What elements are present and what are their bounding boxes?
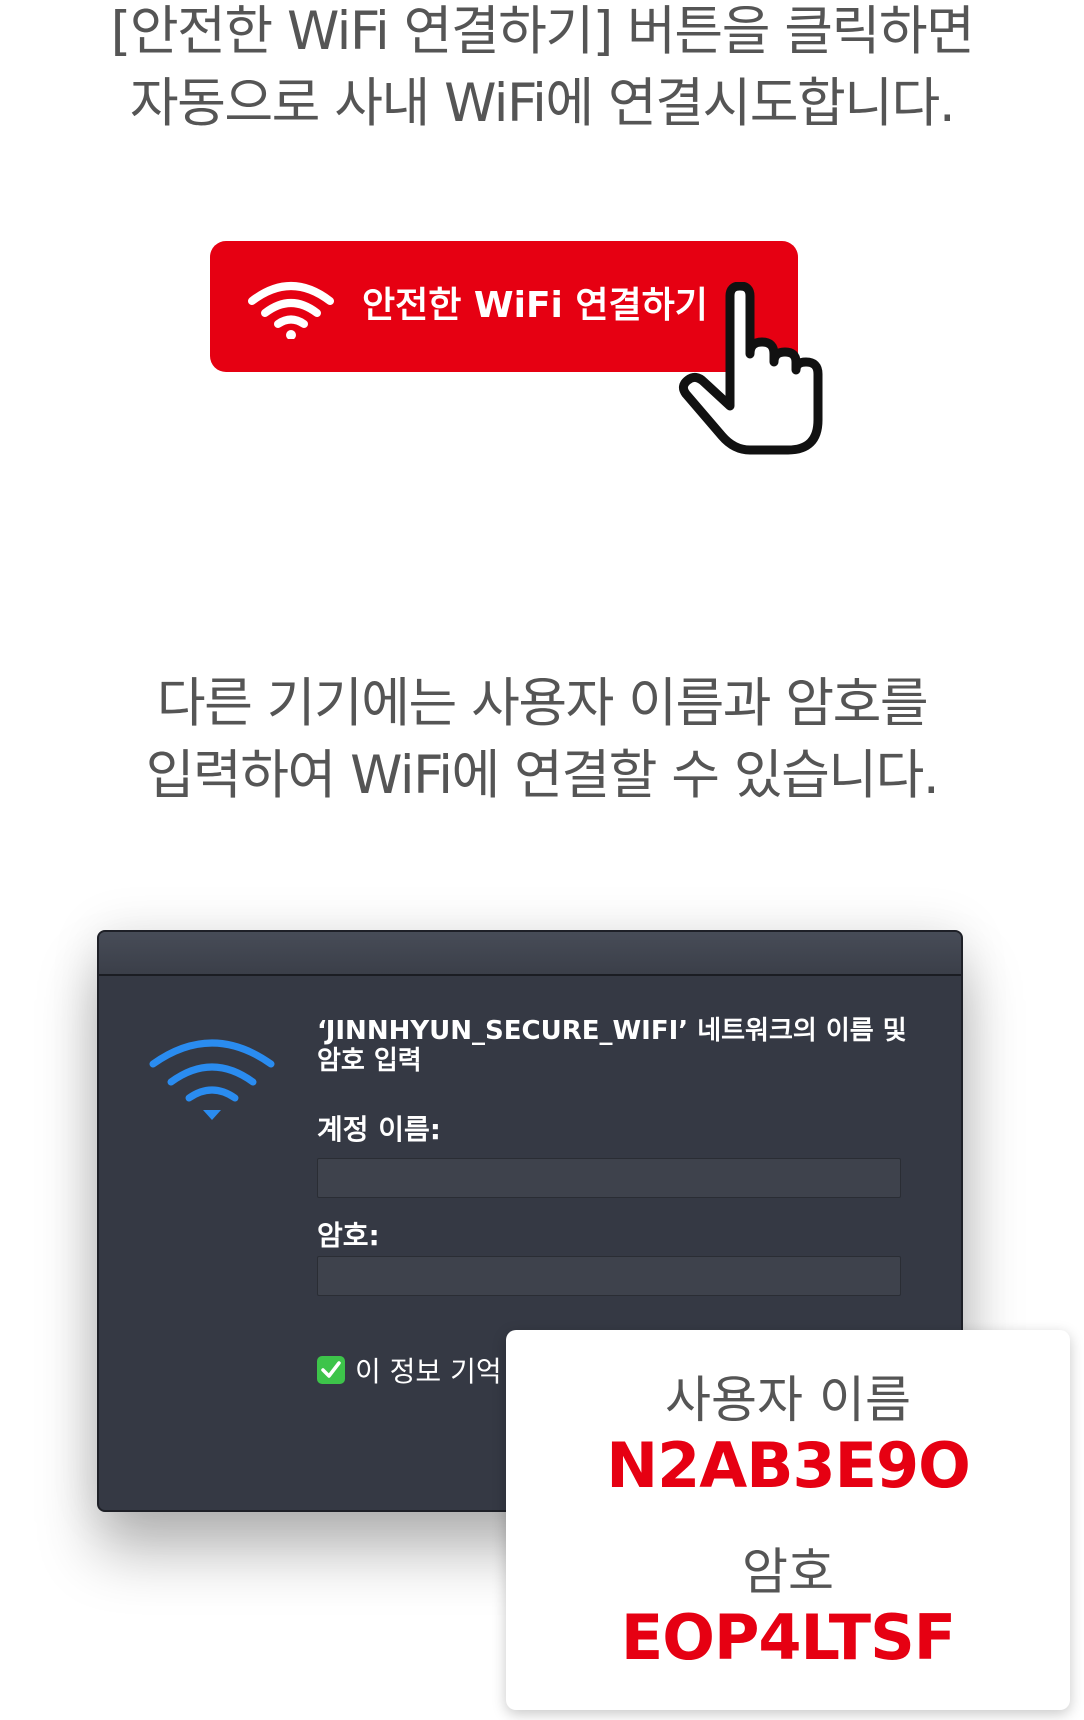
device-line-1: 다른 기기에는 사용자 이름과 암호를: [156, 673, 929, 734]
username-label: 사용자 이름: [665, 1371, 911, 1429]
username-value: N2AB3E9O: [606, 1429, 971, 1502]
intro-line-2: 자동으로 사내 WiFi에 연결시도합니다.: [129, 73, 956, 134]
password-value: EOP4LTSF: [620, 1601, 956, 1674]
account-name-label: 계정 이름:: [317, 1113, 441, 1146]
password-caption: 암호: [742, 1543, 834, 1601]
credentials-card: 사용자 이름 N2AB3E9O 암호 EOP4LTSF: [506, 1330, 1070, 1710]
connect-wifi-label: 안전한 WiFi 연결하기: [362, 285, 708, 326]
intro-line-1: [안전한 WiFi 연결하기] 버튼을 클릭하면: [110, 1, 975, 62]
wifi-icon: [149, 1039, 275, 1120]
remember-checkbox[interactable]: [317, 1356, 345, 1384]
dialog-title: ‘JINNHYUN_SECURE_WIFI’ 네트워크의 이름 및 암호 입력: [317, 1016, 907, 1076]
dialog-titlebar: [99, 932, 961, 976]
remember-label: 이 정보 기억: [355, 1355, 502, 1388]
hand-pointer-icon: [678, 282, 823, 455]
wifi-icon: [248, 282, 334, 339]
device-line-2: 입력하여 WiFi에 연결할 수 있습니다.: [145, 745, 940, 806]
password-input[interactable]: [317, 1256, 901, 1296]
password-label: 암호:: [317, 1219, 380, 1252]
intro-instructions: [안전한 WiFi 연결하기] 버튼을 클릭하면 자동으로 사내 WiFi에 연…: [0, 0, 1084, 140]
checkmark-icon: [321, 1361, 341, 1378]
remember-option[interactable]: 이 정보 기억: [317, 1350, 502, 1390]
device-instructions: 다른 기기에는 사용자 이름과 암호를 입력하여 WiFi에 연결할 수 있습니…: [0, 668, 1084, 812]
account-name-input[interactable]: [317, 1158, 901, 1198]
